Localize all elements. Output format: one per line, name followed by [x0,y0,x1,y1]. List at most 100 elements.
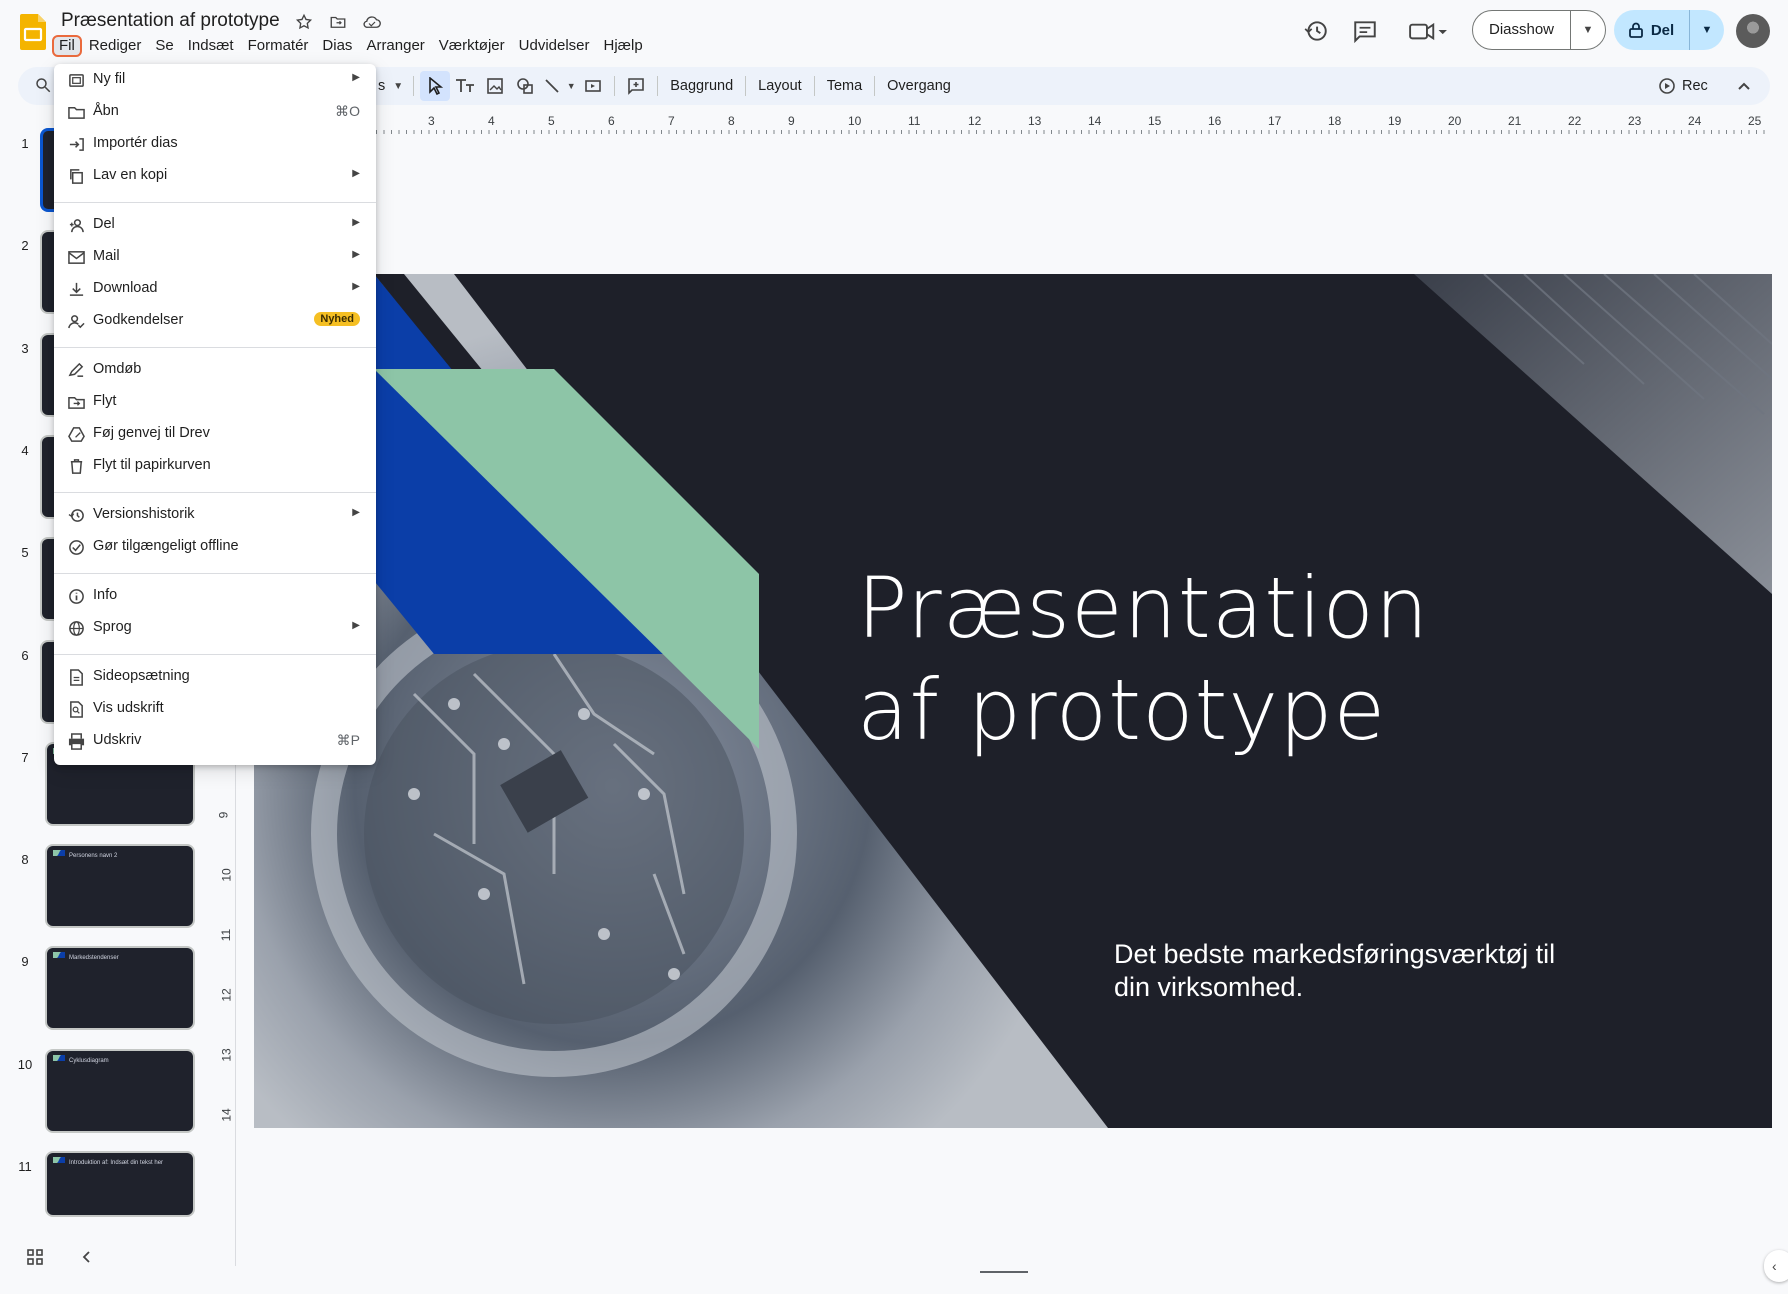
transition-button[interactable]: Overgang [881,78,957,94]
slide-subtitle[interactable]: Det bedste markedsføringsværktøj til din… [1114,938,1594,1004]
file-menu-item-versionshistorik[interactable]: Versionshistorik ▶ [54,499,376,531]
file-menu-item-vis-udskrift[interactable]: Vis udskrift [54,693,376,725]
file-menu-item-import-r-dias[interactable]: Importér dias [54,128,376,160]
slide-number: 4 [21,442,29,458]
menu-arrange[interactable]: Arranger [359,35,431,57]
grid-view-icon[interactable] [26,1248,44,1266]
side-panel-toggle-icon[interactable]: ‹ [1764,1250,1788,1282]
slideshow-label[interactable]: Diasshow [1473,11,1571,49]
document-title[interactable]: Præsentation af prototype [61,10,280,32]
menu-extensions[interactable]: Udvidelser [512,35,597,57]
info-icon [69,589,84,604]
slide-canvas[interactable]: Præsentation af prototype Det bedste mar… [254,274,1772,1128]
thumbnail-stripe [53,1157,65,1163]
theme-button[interactable]: Tema [821,78,868,94]
menu-view[interactable]: Se [148,35,180,57]
file-menu-item-lav-en-kopi[interactable]: Lav en kopi ▶ [54,160,376,192]
file-menu-item-ny-fil[interactable]: Ny fil ▶ [54,64,376,96]
rename-icon [68,362,84,377]
slide-thumbnail[interactable] [40,128,54,212]
file-menu-item-flyt-til-papirkurven[interactable]: Flyt til papirkurven [54,450,376,482]
collapse-toolbar-icon[interactable] [1734,76,1754,96]
slide-title[interactable]: Præsentation af prototype [857,557,1657,761]
line-icon[interactable] [540,71,564,101]
file-menu-dropdown: Ny fil ▶ Åbn ⌘O Importér dias Lav en kopi ▶ Del… [54,64,376,765]
slide-thumbnail[interactable] [40,434,54,519]
slide-thumbnail[interactable]: Personens navn 2 [45,844,195,929]
cloud-status-icon[interactable] [362,12,382,32]
slide-thumbnail[interactable] [40,537,54,622]
file-menu-item-flyt[interactable]: Flyt [54,386,376,418]
slide-thumbnail[interactable]: Introduktion af: Indsæt din tekst her [45,1151,195,1217]
background-button[interactable]: Baggrund [664,78,739,94]
folder-icon [68,107,85,119]
rec-button[interactable]: Rec [1658,67,1708,105]
toolbar-divider [614,76,616,96]
layout-button[interactable]: Layout [752,78,808,94]
search-menus-icon[interactable] [34,76,52,94]
share-dropdown-icon[interactable]: ▼ [1690,24,1724,36]
menu-help[interactable]: Hjælp [597,35,650,57]
file-menu-item-info[interactable]: Info [54,580,376,612]
slideshow-button[interactable]: Diasshow ▼ [1472,10,1606,50]
slide-thumbnail[interactable] [40,639,54,724]
move-folder-icon[interactable] [328,12,348,32]
file-menu-item-åbn[interactable]: Åbn ⌘O [54,96,376,128]
slide-thumbnail[interactable]: Cyklusdiagram [45,1048,195,1133]
speaker-notes-handle[interactable] [980,1271,1028,1273]
text-box-icon[interactable] [450,71,480,101]
menu-item-label: Føj genvej til Drev [93,425,210,441]
insert-image-icon[interactable] [480,71,510,101]
line-dropdown-icon[interactable]: ▼ [564,71,578,101]
file-menu-item-mail[interactable]: Mail ▶ [54,241,376,273]
menu-file[interactable]: Fil [52,35,82,57]
meet-camera-icon[interactable] [1408,18,1448,44]
avatar[interactable] [1736,14,1770,48]
ruler-number: 8 [728,114,735,128]
menu-edit[interactable]: Rediger [82,35,149,57]
menu-item-label: Godkendelser [93,312,184,328]
file-menu-item-download[interactable]: Download ▶ [54,273,376,305]
collapse-filmstrip-icon[interactable] [78,1248,96,1266]
share-main[interactable]: Del [1614,10,1690,50]
thumbnail-title: Cyklusdiagram [69,1057,109,1064]
file-menu-item-sprog[interactable]: Sprog ▶ [54,612,376,644]
slide-thumbnail[interactable]: Markedstendenser [45,946,195,1031]
select-pointer-icon[interactable] [420,71,451,101]
file-menu-item-godkendelser[interactable]: Godkendelser Nyhed [54,305,376,337]
submenu-arrow-icon: ▶ [352,217,360,228]
share-button[interactable]: Del ▼ [1614,10,1724,50]
file-menu-item-sideopsætning[interactable]: Sideopsætning [54,661,376,693]
print-preview-icon [70,701,83,718]
menu-insert[interactable]: Indsæt [181,35,241,57]
star-icon[interactable] [294,12,314,32]
file-menu-item-føj-genvej-til-drev[interactable]: Føj genvej til Drev [54,418,376,450]
rec-label: Rec [1682,78,1708,94]
menu-slide[interactable]: Dias [315,35,359,57]
menu-item-label: Sideopsætning [93,668,190,684]
insert-video-icon[interactable] [578,71,608,101]
shape-icon[interactable] [510,71,540,101]
menu-separator [54,573,376,574]
menu-item-label: Åbn [93,103,119,119]
import-icon [69,138,84,151]
menu-item-label: Omdøb [93,361,142,377]
slide-thumbnail[interactable] [40,332,54,417]
file-menu-item-del[interactable]: Del ▶ [54,209,376,241]
menu-format[interactable]: Formatér [241,35,316,57]
zoom-select-partial[interactable]: s [374,78,389,94]
file-menu-item-omdøb[interactable]: Omdøb [54,354,376,386]
menu-tools[interactable]: Værktøjer [432,35,512,57]
slide-thumbnail[interactable] [40,230,54,315]
add-comment-icon[interactable] [621,71,651,101]
zoom-dropdown-icon[interactable]: ▼ [389,71,407,101]
ruler-number: 6 [608,114,615,128]
version-history-icon[interactable] [1303,18,1329,44]
comments-icon[interactable] [1352,18,1378,44]
slideshow-dropdown-icon[interactable]: ▼ [1571,24,1605,36]
toolbar-divider [813,76,815,96]
file-menu-item-gør-tilgængeligt-offline[interactable]: Gør tilgængeligt offline [54,531,376,563]
file-menu-item-udskriv[interactable]: Udskriv ⌘P [54,725,376,757]
slides-logo-icon[interactable] [20,14,46,50]
slide-number: 11 [18,1159,32,1174]
